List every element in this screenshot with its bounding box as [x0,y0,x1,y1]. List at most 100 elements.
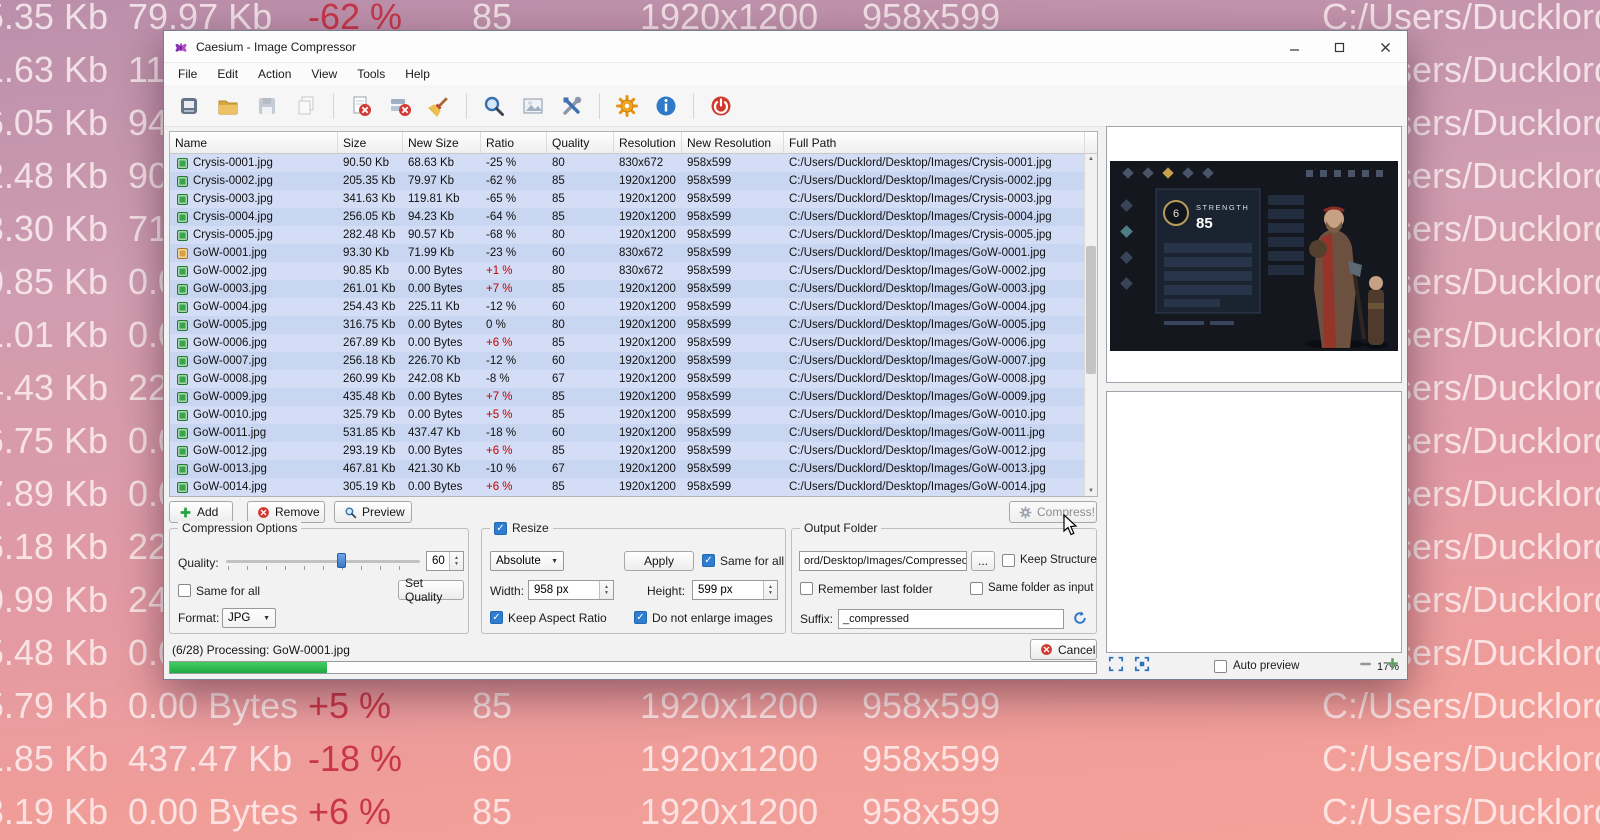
column-header-new-resolution[interactable]: New Resolution [682,132,784,153]
close-button[interactable] [1369,35,1401,59]
compression-same-for-all-checkbox[interactable] [178,584,191,597]
zoom-out-button[interactable] [1358,656,1373,676]
open-file-icon[interactable] [174,91,204,121]
table-row[interactable]: GoW-0007.jpg256.18 Kb226.70 Kb-12 %60192… [170,352,1085,370]
menu-item-tools[interactable]: Tools [347,65,395,83]
about-icon[interactable] [651,91,681,121]
remove-button[interactable]: Remove [247,501,325,523]
quality-slider[interactable] [226,551,420,573]
table-row[interactable]: Crysis-0003.jpg341.63 Kb119.81 Kb-65 %85… [170,190,1085,208]
cell-ratio: -65 % [481,193,547,205]
table-row[interactable]: GoW-0011.jpg531.85 Kb437.47 Kb-18 %60192… [170,424,1085,442]
column-header-ratio[interactable]: Ratio [481,132,547,153]
slider-handle[interactable] [337,553,346,568]
menu-item-help[interactable]: Help [395,65,440,83]
table-row[interactable]: GoW-0005.jpg316.75 Kb0.00 Bytes0 %801920… [170,316,1085,334]
column-header-full-path[interactable]: Full Path [784,132,1085,153]
actual-size-button[interactable] [1134,656,1150,677]
zoom-in-button[interactable] [1385,656,1400,676]
table-row[interactable]: GoW-0001.jpg93.30 Kb71.99 Kb-23 %60830x6… [170,244,1085,262]
quality-spinbox[interactable]: 60 ▲▼ [426,551,464,571]
menu-item-edit[interactable]: Edit [207,65,248,83]
fit-to-window-button[interactable] [1108,656,1124,677]
settings-icon[interactable] [612,91,642,121]
spin-arrows-icon[interactable]: ▲▼ [599,581,613,599]
title-bar[interactable]: Caesium - Image Compressor [164,31,1407,63]
auto-preview-checkbox[interactable] [1214,660,1227,673]
keep-aspect-ratio-checkbox[interactable]: ✓ [490,611,503,624]
keep-structure-checkbox[interactable] [1002,554,1015,567]
preview-pane-top[interactable]: 6 STRENGTH 85 [1106,126,1402,383]
remove-item-icon[interactable] [346,91,376,121]
column-header-resolution[interactable]: Resolution [614,132,682,153]
table-row[interactable]: GoW-0002.jpg90.85 Kb0.00 Bytes+1 %80830x… [170,262,1085,280]
width-spinbox[interactable]: 958 px ▲▼ [528,580,614,600]
table-row[interactable]: GoW-0010.jpg325.79 Kb0.00 Bytes+5 %85192… [170,406,1085,424]
clear-list-icon[interactable] [424,91,454,121]
compare-icon[interactable] [518,91,548,121]
resize-enable-checkbox[interactable]: ✓ [494,522,507,535]
remember-last-folder-checkbox[interactable] [800,582,813,595]
reset-suffix-button[interactable] [1072,610,1088,631]
preview-pane-bottom[interactable] [1106,391,1402,653]
save-all-icon[interactable] [291,91,321,121]
maximize-button[interactable] [1323,35,1355,59]
toolbar-separator [599,93,600,119]
scrollbar-thumb[interactable] [1086,246,1096,374]
preview-button[interactable]: Preview [334,501,412,523]
table-row[interactable]: Crysis-0005.jpg282.48 Kb90.57 Kb-68 %801… [170,226,1085,244]
cell-name: GoW-0011.jpg [170,427,338,439]
apply-button[interactable]: Apply [624,551,694,571]
compress-button[interactable]: Compress! [1009,501,1097,523]
open-folder-icon[interactable] [213,91,243,121]
menu-item-view[interactable]: View [301,65,347,83]
remove-all-icon[interactable] [385,91,415,121]
browse-folder-button[interactable]: ... [971,551,995,571]
menu-item-file[interactable]: File [168,65,207,83]
column-header-quality[interactable]: Quality [547,132,614,153]
scroll-down-icon[interactable]: ▼ [1085,488,1097,494]
minimize-button[interactable] [1278,35,1310,59]
output-folder-input[interactable]: ord/Desktop/Images/Compressed [799,551,967,571]
resize-mode-combobox[interactable]: Absolute ▼ [490,551,564,571]
set-quality-button[interactable]: Set Quality [398,580,464,600]
menu-item-action[interactable]: Action [248,65,301,83]
add-button[interactable]: Add [169,501,233,523]
table-row[interactable]: GoW-0006.jpg267.89 Kb0.00 Bytes+6 %85192… [170,334,1085,352]
height-spinbox[interactable]: 599 px ▲▼ [692,580,778,600]
table-row[interactable]: GoW-0009.jpg435.48 Kb0.00 Bytes+7 %85192… [170,388,1085,406]
save-icon[interactable] [252,91,282,121]
scroll-up-icon[interactable]: ▲ [1085,156,1097,162]
table-row[interactable]: GoW-0014.jpg305.19 Kb0.00 Bytes+6 %85192… [170,478,1085,496]
cancel-button[interactable]: Cancel [1030,639,1097,660]
table-row[interactable]: GoW-0013.jpg467.81 Kb421.30 Kb-10 %67192… [170,460,1085,478]
cell-nres: 958x599 [682,409,784,421]
do-not-enlarge-checkbox[interactable]: ✓ [634,611,647,624]
column-header-name[interactable]: Name [170,132,338,153]
cell-ns: 0.00 Bytes [403,391,481,403]
spin-arrows-icon[interactable]: ▲▼ [763,581,777,599]
table-row[interactable]: Crysis-0001.jpg90.50 Kb68.63 Kb-25 %8083… [170,154,1085,172]
cell-size: 256.05 Kb [338,211,403,223]
toolbar-separator [466,93,467,119]
resize-same-for-all-checkbox[interactable]: ✓ [702,554,715,567]
cell-name: GoW-0014.jpg [170,481,338,493]
suffix-input[interactable]: _compressed [838,609,1064,629]
exit-icon[interactable] [706,91,736,121]
table-row[interactable]: GoW-0004.jpg254.43 Kb225.11 Kb-12 %60192… [170,298,1085,316]
cell-ratio: 0 % [481,319,547,331]
cell-nres: 958x599 [682,301,784,313]
column-header-new-size[interactable]: New Size [403,132,481,153]
preview-icon[interactable] [479,91,509,121]
tools-icon[interactable] [557,91,587,121]
same-folder-as-input-checkbox[interactable] [970,582,983,595]
table-row[interactable]: GoW-0012.jpg293.19 Kb0.00 Bytes+6 %85192… [170,442,1085,460]
table-row[interactable]: Crysis-0004.jpg256.05 Kb94.23 Kb-64 %851… [170,208,1085,226]
table-row[interactable]: GoW-0008.jpg260.99 Kb242.08 Kb-8 %671920… [170,370,1085,388]
spin-arrows-icon[interactable]: ▲▼ [449,552,463,570]
vertical-scrollbar[interactable]: ▲ ▼ [1084,154,1097,496]
column-header-size[interactable]: Size [338,132,403,153]
format-combobox[interactable]: JPG ▼ [222,608,276,628]
table-row[interactable]: Crysis-0002.jpg205.35 Kb79.97 Kb-62 %851… [170,172,1085,190]
table-row[interactable]: GoW-0003.jpg261.01 Kb0.00 Bytes+7 %85192… [170,280,1085,298]
